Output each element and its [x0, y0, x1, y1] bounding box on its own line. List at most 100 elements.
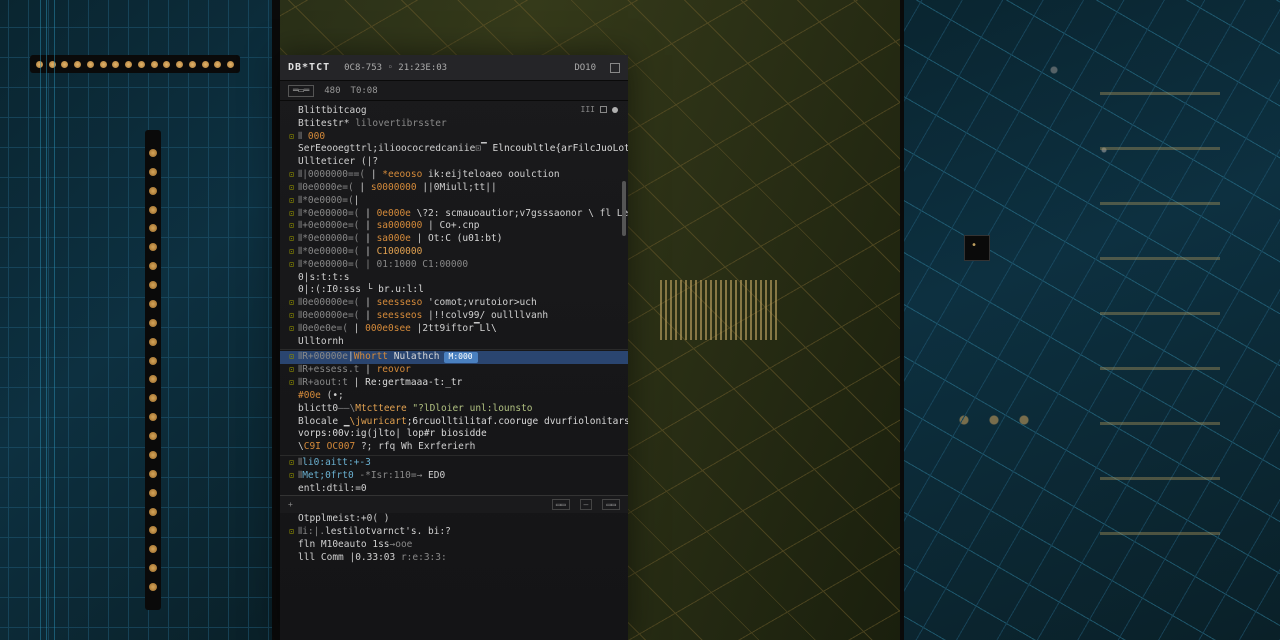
- code-content: fln M10eauto 1ss→ooe: [298, 539, 412, 552]
- tab-indicator[interactable]: ═▭═: [288, 85, 314, 97]
- gutter-mark: ⊡: [286, 260, 294, 271]
- code-content: Ulltornh: [298, 336, 344, 349]
- code-line[interactable]: Blittbitcaog: [280, 105, 628, 118]
- code-content: ⦀+0e0000e=( | sa000000 | Co+.cnp: [298, 220, 480, 233]
- code-line[interactable]: Otpplmeist:+0( ): [280, 513, 628, 526]
- code-line[interactable]: entl:dtil:=0: [280, 483, 628, 496]
- code-content: entl:dtil:=0: [298, 483, 367, 496]
- editor-titlebar: DB*TCT 0C8-753 ◦ 21:23E:03 DO10: [280, 55, 628, 81]
- code-line[interactable]: 0|s:t:t:s: [280, 272, 628, 285]
- code-content: \C9I OC007 ?; rfq Wh Exrferierh: [298, 441, 475, 454]
- code-divider: [280, 349, 628, 350]
- status-block[interactable]: —: [580, 499, 593, 510]
- code-line[interactable]: Blocale ▁\jwuricart;6rcuolltilitaf.cooru…: [280, 416, 628, 429]
- code-content: Blittbitcaog: [298, 105, 367, 118]
- code-content: ⦀R+00000e|Whortt NulathchM:000: [298, 351, 478, 364]
- gutter-mark: ⊡: [286, 527, 294, 538]
- code-line[interactable]: blictt0——\Mtctteere "?lDloier unl:lounst…: [280, 403, 628, 416]
- code-line[interactable]: ⊡⦀Met;0frt0 -*Isr:110=→ ED0: [280, 470, 628, 483]
- code-line[interactable]: ⊡ ⦀i:|.lestilotvarnct's. bi:?: [280, 526, 628, 539]
- code-line[interactable]: ⊡ ⦀|0000000==( | *eeooso ik:eijteloaeo oo…: [280, 169, 628, 182]
- code-area[interactable]: III BlittbitcaogBtitestr* lilovertibrsst…: [280, 101, 628, 640]
- code-line[interactable]: ⊡ ⦀*0e00000=( | 01:1000 C1:00000: [280, 259, 628, 272]
- code-content: ⦀0e0000e=( | s0000000 ||0Miull;tt||: [298, 182, 497, 195]
- code-content: 0|:(:I0:sss └ br.u:l:l: [298, 284, 424, 297]
- code-content: ⦀0e00000e=( | seesseos |!!colv99/ oullll…: [298, 310, 548, 323]
- code-editor-panel: DB*TCT 0C8-753 ◦ 21:23E:03 DO10 ═▭═ 480 …: [280, 55, 628, 640]
- gutter-mark: ⊡: [286, 311, 294, 322]
- code-line[interactable]: ⊡⦀R+aout:t | Re:gertmaaa-t:_tr: [280, 377, 628, 390]
- gutter-mark: ⊡: [286, 183, 294, 194]
- gutter-mark: ⊡: [286, 298, 294, 309]
- code-line[interactable]: lll Comm |0.33:03 r:e:3:3:: [280, 552, 628, 565]
- editor-tabbar: ═▭═ 480 T0:08: [280, 81, 628, 101]
- square-icon: [600, 106, 607, 113]
- code-content: Ullteticer (|?: [298, 156, 378, 169]
- status-block[interactable]: ▭▭: [602, 499, 620, 510]
- code-line[interactable]: ⊡⦀R+00000e|Whortt NulathchM:000: [280, 351, 628, 364]
- circuit-background: [0, 0, 1280, 640]
- code-content: ⦀*0e00000=( | 0e000e \?2: scmauoautior;v…: [298, 208, 628, 221]
- code-line[interactable]: \C9I OC007 ?; rfq Wh Exrferierh: [280, 441, 628, 454]
- code-line[interactable]: Btitestr* lilovertibrsster: [280, 118, 628, 131]
- code-content: Blocale ▁\jwuricart;6rcuolltilitaf.cooru…: [298, 416, 628, 429]
- code-line[interactable]: 0|:(:I0:sss └ br.u:l:l: [280, 284, 628, 297]
- code-content: ⦀Met;0frt0 -*Isr:110=→ ED0: [298, 470, 445, 483]
- gutter-mark: ⊡: [286, 247, 294, 258]
- gutter-mark: ⊡: [286, 209, 294, 220]
- code-line[interactable]: Ullteticer (|?: [280, 156, 628, 169]
- code-content: lll Comm |0.33:03 r:e:3:3:: [298, 552, 447, 565]
- code-content: ⦀i:|.lestilotvarnct's. bi:?: [298, 526, 451, 539]
- circuit-panel-right: [900, 0, 1280, 640]
- code-line[interactable]: ⊡⦀*0e00000=( | sa000e | Ot:C (u01:bt): [280, 233, 628, 246]
- code-divider: [280, 455, 628, 456]
- code-content: Btitestr* lilovertibrsster: [298, 118, 447, 131]
- code-line[interactable]: SerEeooegttrl;ilioococredcaniie⊡▔ Elncou…: [280, 143, 628, 156]
- gutter-mark: ⊡: [286, 170, 294, 181]
- code-content: ⦀0e00000e=( | seesseso 'comot;vrutoior>u…: [298, 297, 537, 310]
- circuit-panel-left: [0, 0, 280, 640]
- code-content: ⦀|0000000==( | *eeooso ik:eijteloaeo oou…: [298, 169, 560, 182]
- gutter-mark: ⊡: [286, 458, 294, 469]
- code-content: ⦀*0e00000=( | 01:1000 C1:00000: [298, 259, 468, 272]
- top-indicator-label: III: [581, 105, 595, 114]
- tab-b[interactable]: T0:08: [351, 86, 378, 96]
- code-line[interactable]: vorps:00v:ig(jlto| lop#r biosidde: [280, 428, 628, 441]
- gutter-mark: ⊡: [286, 378, 294, 389]
- ic-chip: [964, 235, 990, 261]
- code-line[interactable]: ⊡ ⦀0e0e0e=( | 000e0see |2tt9iftor▔Ll\: [280, 323, 628, 336]
- dot-icon: [612, 107, 618, 113]
- gutter-mark: ⊡: [286, 234, 294, 245]
- code-content: ⦀ 000: [298, 131, 325, 144]
- code-content: ⦀0e0e0e=( | 000e0see |2tt9iftor▔Ll\: [298, 323, 497, 336]
- code-line[interactable]: ⊡⦀*0e0000=(|: [280, 195, 628, 208]
- code-line[interactable]: ⊡⦀li0:aitt:+-3: [280, 457, 628, 470]
- code-content: 0|s:t:t:s: [298, 272, 349, 285]
- code-scrollbar[interactable]: [622, 151, 626, 630]
- code-line[interactable]: ⊡⦀*0e00000=( | C1000000: [280, 246, 628, 259]
- editor-port: DO10: [574, 63, 596, 73]
- gutter-mark: ⊡: [286, 324, 294, 335]
- code-content: Otpplmeist:+0( ): [298, 513, 390, 526]
- code-line[interactable]: ⊡⦀ 000: [280, 131, 628, 144]
- code-line[interactable]: ⊡⦀R+essess.t | reovor: [280, 364, 628, 377]
- pin-header-top: [30, 55, 240, 73]
- tab-a[interactable]: 480: [324, 86, 340, 96]
- code-line[interactable]: ⊡ ⦀0e00000e=( | seesseos |!!colv99/ oulll…: [280, 310, 628, 323]
- layout-icon[interactable]: [610, 63, 620, 73]
- code-content: #00e (•;: [298, 390, 344, 403]
- code-line[interactable]: Ulltornh: [280, 336, 628, 349]
- code-top-indicator: III: [581, 105, 618, 114]
- code-line[interactable]: ⊡ ⦀*0e00000=( | 0e000e \?2: scmauoautior;…: [280, 208, 628, 221]
- code-line[interactable]: ⊡ ⦀0e0000e=( | s0000000 ||0Miull;tt||: [280, 182, 628, 195]
- code-line[interactable]: #00e (•;: [280, 390, 628, 403]
- scroll-thumb[interactable]: [622, 181, 626, 236]
- code-content: vorps:00v:ig(jlto| lop#r biosidde: [298, 428, 487, 441]
- pin-header-left: [145, 130, 161, 610]
- code-line[interactable]: ⊡⦀+0e0000e=( | sa000000 | Co+.cnp: [280, 220, 628, 233]
- editor-title: DB*TCT: [288, 62, 330, 73]
- code-content: ⦀R+essess.t | reovor: [298, 364, 411, 377]
- status-block[interactable]: ▭▭: [552, 499, 570, 510]
- code-line[interactable]: ⊡ ⦀0e00000e=( | seesseso 'comot;vrutoior>…: [280, 297, 628, 310]
- code-line[interactable]: fln M10eauto 1ss→ooe: [280, 539, 628, 552]
